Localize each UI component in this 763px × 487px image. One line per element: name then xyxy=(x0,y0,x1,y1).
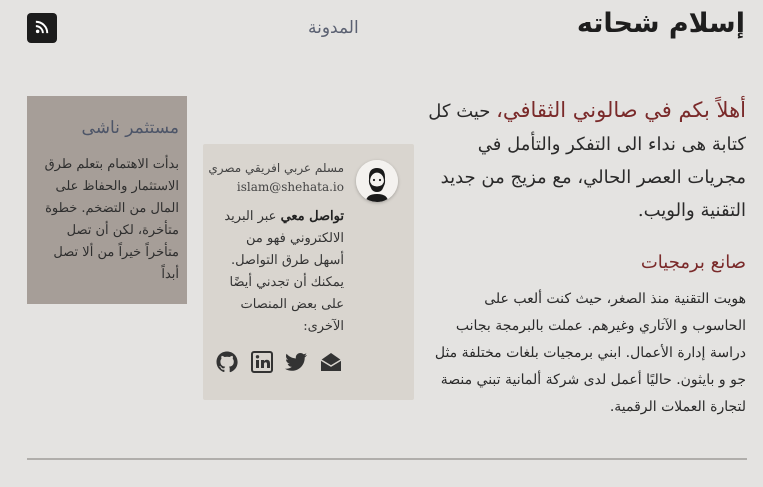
social-links xyxy=(215,350,343,374)
welcome-text: أهلاً بكم في صالوني الثقافي، xyxy=(496,98,746,122)
site-title[interactable]: إسلام شحاته xyxy=(577,8,745,39)
investor-card: مستثمر ناشى بدأت الاهتمام بتعلم طرق الاس… xyxy=(27,96,187,304)
intro-paragraph: أهلاً بكم في صالوني الثقافي، حيث كل كتاب… xyxy=(426,94,746,227)
twitter-icon[interactable] xyxy=(284,350,308,374)
section-title: صانع برمجيات xyxy=(640,252,746,273)
card-email[interactable]: islam@shehata.io xyxy=(237,180,344,194)
card-description: عبر البريد الالكتروني فهو من أسهل طرق ال… xyxy=(224,209,344,334)
nav-link-blog[interactable]: المدونة xyxy=(308,18,359,38)
avatar xyxy=(356,160,398,202)
rss-icon xyxy=(35,19,49,38)
github-icon[interactable] xyxy=(215,350,239,374)
section-body: هويت التقنية منذ الصغر، حيث كنت ألعب على… xyxy=(434,291,746,415)
footer-divider xyxy=(27,458,747,460)
contact-card: مسلم عربي افريقي مصري islam@shehata.io ت… xyxy=(203,144,414,400)
card-lead: تواصل معي xyxy=(280,209,344,224)
linkedin-icon[interactable] xyxy=(250,350,274,374)
investor-title: مستثمر ناشى xyxy=(81,118,179,138)
envelope-icon[interactable] xyxy=(319,350,343,374)
card-text: تواصل معي عبر البريد الالكتروني فهو من أ… xyxy=(216,206,344,338)
investor-text: بدأت الاهتمام بتعلم طرق الاستثمار والحفا… xyxy=(44,157,179,282)
card-name: مسلم عربي افريقي مصري xyxy=(208,161,344,175)
rss-button[interactable] xyxy=(27,13,57,43)
